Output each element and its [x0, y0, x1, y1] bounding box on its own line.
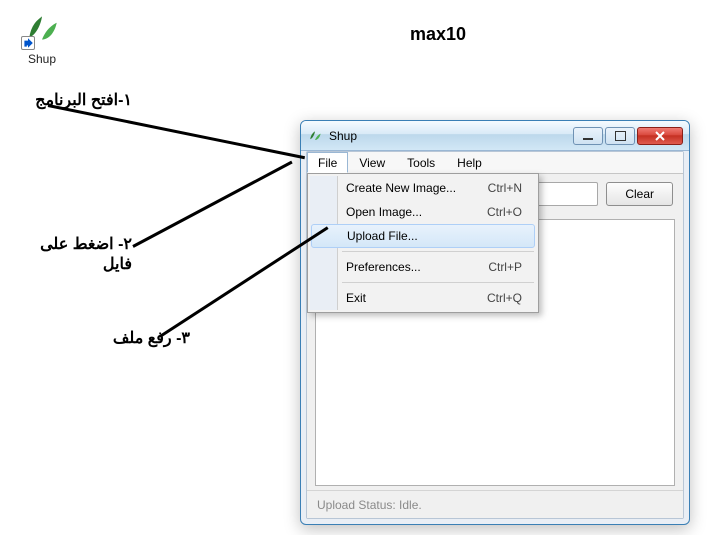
- menu-item-shortcut: Ctrl+Q: [487, 291, 536, 305]
- menu-help[interactable]: Help: [446, 152, 493, 173]
- file-menu-dropdown: Create New Image... Ctrl+N Open Image...…: [307, 173, 539, 313]
- menu-separator: [342, 251, 534, 252]
- clear-button[interactable]: Clear: [606, 182, 673, 206]
- menu-item-shortcut: Ctrl+N: [488, 181, 536, 195]
- menubar: File View Tools Help: [307, 152, 683, 174]
- status-text: Upload Status: Idle.: [317, 498, 422, 512]
- menu-item-preferences[interactable]: Preferences... Ctrl+P: [310, 255, 536, 279]
- annotation-step-2: ٢- اضغط على فايل: [12, 234, 132, 274]
- minimize-button[interactable]: [573, 127, 603, 145]
- arrow-line-1: [48, 104, 305, 159]
- menu-item-label: Open Image...: [346, 205, 487, 219]
- menu-item-open-image[interactable]: Open Image... Ctrl+O: [310, 200, 536, 224]
- maximize-button[interactable]: [605, 127, 635, 145]
- titlebar[interactable]: Shup: [301, 121, 689, 151]
- menu-separator: [342, 282, 534, 283]
- menu-item-shortcut: Ctrl+P: [488, 260, 536, 274]
- menu-view[interactable]: View: [348, 152, 396, 173]
- menu-item-label: Upload File...: [347, 229, 520, 243]
- statusbar: Upload Status: Idle.: [307, 490, 683, 518]
- desktop-icon-label: Shup: [12, 52, 72, 66]
- app-window-shup: Shup File View Tools Help Create New Ima…: [300, 120, 690, 525]
- menu-item-shortcut: Ctrl+O: [487, 205, 536, 219]
- menu-item-create-new-image[interactable]: Create New Image... Ctrl+N: [310, 176, 536, 200]
- desktop-shortcut-shup[interactable]: Shup: [12, 8, 72, 66]
- client-area: File View Tools Help Create New Image...…: [306, 151, 684, 519]
- shup-app-icon: [21, 8, 63, 50]
- annotation-step-3: ٣- رفع ملف: [70, 328, 190, 348]
- menu-item-label: Preferences...: [346, 260, 488, 274]
- menu-item-exit[interactable]: Exit Ctrl+Q: [310, 286, 536, 310]
- arrow-line-2: [132, 161, 292, 248]
- window-title: Shup: [329, 129, 573, 143]
- menu-item-label: Create New Image...: [346, 181, 488, 195]
- menu-tools[interactable]: Tools: [396, 152, 446, 173]
- menu-item-upload-file[interactable]: Upload File...: [311, 224, 535, 248]
- close-button[interactable]: [637, 127, 683, 145]
- annotation-step-1: ١-افتح البرنامج: [12, 90, 132, 110]
- menu-item-label: Exit: [346, 291, 487, 305]
- shortcut-arrow-icon: [21, 36, 35, 50]
- titlebar-app-icon: [307, 128, 323, 144]
- menu-file[interactable]: File: [307, 152, 348, 173]
- watermark-text: max10: [410, 24, 466, 45]
